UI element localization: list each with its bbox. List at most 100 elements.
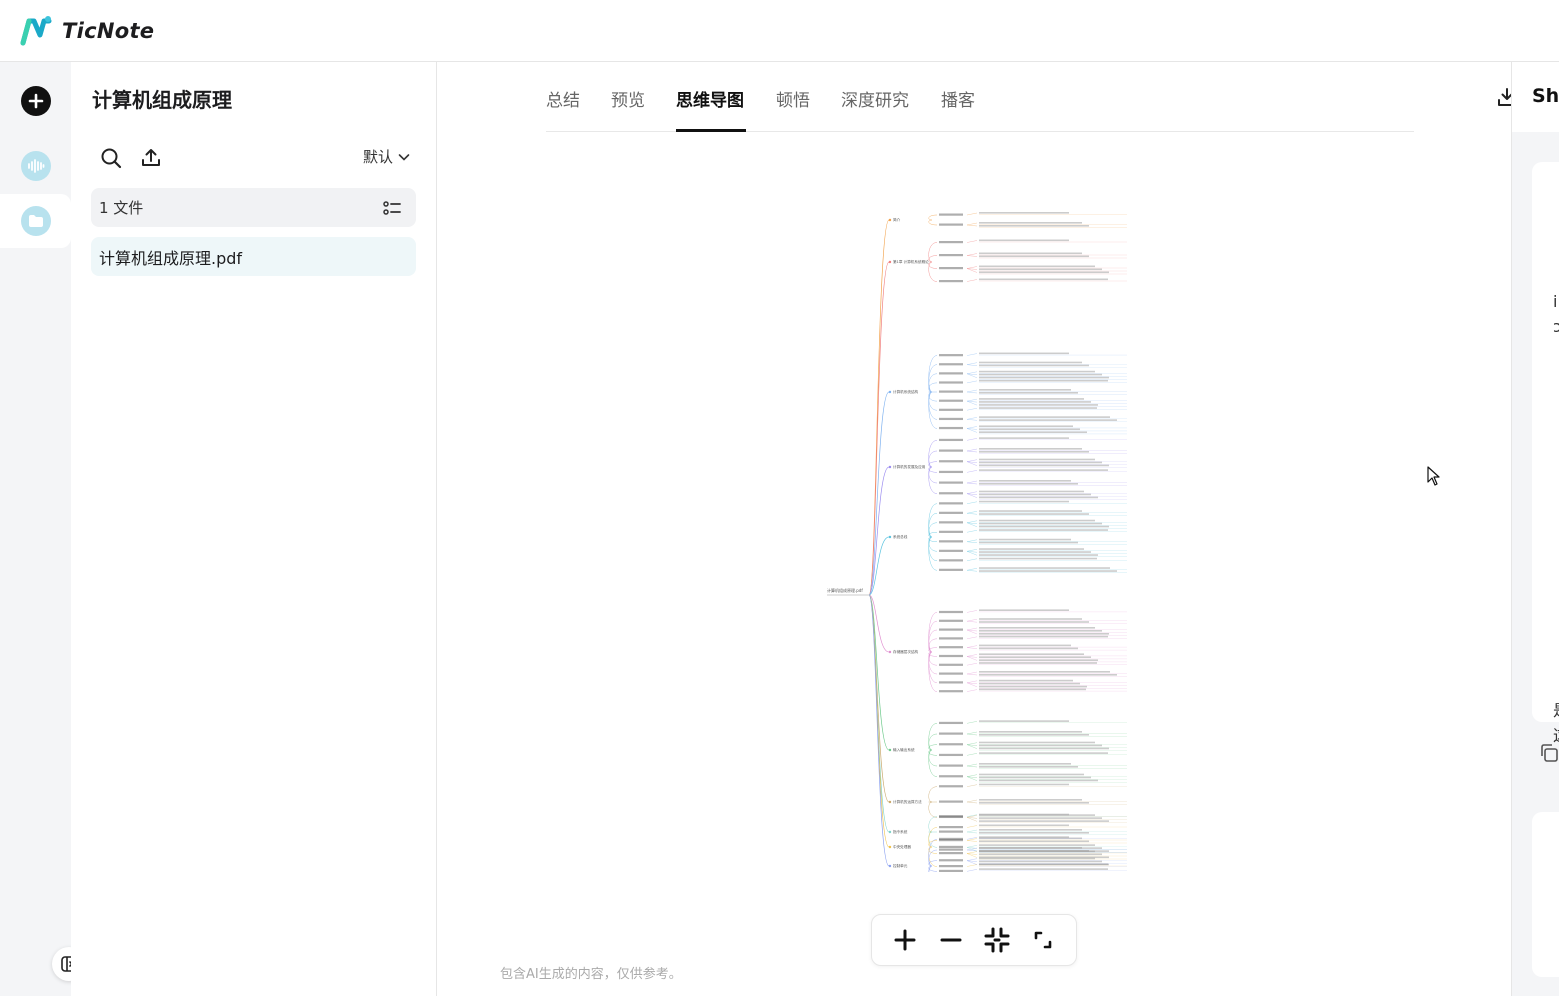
new-button[interactable] (21, 86, 51, 116)
mindmap-leaf-text (979, 496, 1098, 499)
mindmap-leaf-link (966, 353, 978, 356)
mindmap-branch-dot (888, 465, 892, 469)
mindmap-leaf-link (966, 845, 978, 848)
mindmap-leaf-text (979, 392, 1078, 394)
mindmap-leaf-text (979, 255, 1089, 258)
mindmap-leaf-text (979, 225, 1089, 227)
mindmap-leaf-link (966, 619, 978, 622)
mindmap-leaf-text (979, 773, 1084, 776)
mindmap-leaf-text (979, 783, 1069, 786)
mindmap-leaf-text (979, 857, 1095, 860)
tab-mindmap[interactable]: 思维导图 (676, 86, 744, 111)
mindmap-leaf-text (979, 401, 1091, 403)
tab-deep-research[interactable]: 深度研究 (841, 86, 909, 111)
mindmap-leaf-text (979, 364, 1089, 367)
logo[interactable]: TicNote (20, 15, 154, 47)
mindmap-sub-node (939, 426, 963, 430)
mindmap-branch-dot (888, 260, 892, 264)
mindmap-sub-node (939, 721, 963, 725)
mindmap-leaf-link (966, 266, 978, 269)
rail-item-recordings[interactable] (0, 139, 71, 193)
upload-icon (142, 149, 160, 166)
mindmap-branch-label: 中央处理器 (893, 844, 911, 849)
file-item[interactable]: 计算机组成原理.pdf (91, 237, 416, 276)
mindmap-leaf-text (979, 802, 1089, 804)
mindmap-leaf-link (966, 671, 978, 675)
mindmap-leaf-link (966, 380, 978, 384)
mindmap-leaf-text (979, 448, 1082, 450)
mindmap-sub-node (939, 399, 963, 402)
mindmap-sub-node (939, 549, 963, 552)
mindmap-leaf-text (979, 776, 1091, 779)
mindmap-leaf-link (966, 530, 978, 533)
mindmap-leaf-link (966, 765, 978, 768)
mindmap-leaf-link (966, 753, 978, 756)
mindmap-leaf-text (979, 860, 1102, 863)
mindmap-sub-link (928, 651, 938, 692)
mindmap-leaf-text (979, 522, 1102, 525)
mindmap-canvas[interactable]: 计算机组成原理.pdf 简介第1章 计算机系统概论计算机系统结构计算机的发展及应用… (817, 202, 1157, 872)
mindmap-leaf-text (979, 847, 1082, 849)
left-rail (0, 62, 86, 996)
mindmap-sub-node (939, 417, 963, 421)
mindmap-sub-node (939, 753, 963, 757)
mindmap-leaf-text (979, 419, 1117, 421)
mindmap-leaf-text (979, 398, 1084, 400)
right-panel-card: i ɔ 是 这 (1532, 162, 1559, 745)
mindmap-leaf-link (966, 568, 978, 571)
mindmap-leaf-text (979, 570, 1117, 572)
fit-view-button[interactable] (982, 925, 1012, 955)
search-button[interactable] (99, 146, 123, 170)
mouse-cursor-icon (1427, 466, 1440, 486)
mindmap-leaf-link (966, 417, 978, 420)
mindmap-leaf-link (966, 733, 978, 736)
mindmap-branch-dot (888, 845, 892, 849)
zoom-in-button[interactable] (890, 925, 920, 955)
mindmap-leaf-link (966, 419, 978, 421)
mindmap-leaf-text (979, 416, 1110, 418)
mindmap-leaf-text (979, 567, 1110, 569)
mindmap-sub-node (939, 438, 963, 442)
mindmap-leaf-text (979, 844, 1095, 846)
mindmap-leaf-text (979, 271, 1109, 274)
tab-preview[interactable]: 预览 (611, 86, 645, 111)
search-icon (101, 148, 122, 169)
chat-input-box[interactable] (1532, 812, 1559, 977)
mindmap-leaf-text (979, 513, 1089, 515)
mindmap-leaf-link (966, 869, 978, 872)
mindmap-leaf-link (966, 240, 978, 243)
mindmap-root: 计算机组成原理.pdf (827, 587, 863, 593)
right-panel-header: Sha (1512, 62, 1559, 132)
mindmap-leaf-link (966, 371, 978, 374)
mindmap-leaf-link (966, 858, 978, 861)
mindmap-sub-node (939, 568, 963, 571)
mindmap-leaf-text (979, 863, 1109, 866)
mindmap-leaf-link (966, 627, 978, 631)
right-panel-text: ɔ (1553, 317, 1559, 336)
mindmap-sub-node (939, 241, 963, 244)
mindmap-leaf-link (966, 482, 978, 485)
mindmap-leaf-text (979, 820, 1109, 822)
mindmap-leaf-text (979, 483, 1078, 485)
mindmap-leaf-text (979, 370, 1095, 373)
list-view-icon[interactable] (382, 198, 402, 218)
tab-podcast[interactable]: 播客 (941, 86, 975, 111)
mindmap-leaf-text (979, 850, 1089, 852)
mindmap-sub-node (939, 859, 963, 862)
mindmap-sub-node (939, 213, 963, 216)
mindmap-sub-link (928, 801, 938, 818)
mindmap-leaf-text (979, 685, 1087, 688)
rail-item-folders[interactable] (0, 194, 71, 248)
mindmap-leaf-text (979, 500, 1069, 503)
mindmap-leaf-link (966, 847, 978, 851)
mindmap-leaf-text (979, 674, 1117, 676)
tab-summary[interactable]: 总结 (546, 86, 580, 111)
tab-insights[interactable]: 顿悟 (776, 86, 810, 111)
copy-button[interactable] (1538, 742, 1559, 764)
mindmap-leaf-text (979, 688, 1086, 691)
upload-button[interactable] (139, 146, 163, 170)
sort-dropdown[interactable]: 默认 (363, 146, 411, 167)
zoom-out-button[interactable] (936, 925, 966, 955)
fullscreen-button[interactable] (1028, 925, 1058, 955)
mindmap-leaf-link (966, 742, 978, 745)
